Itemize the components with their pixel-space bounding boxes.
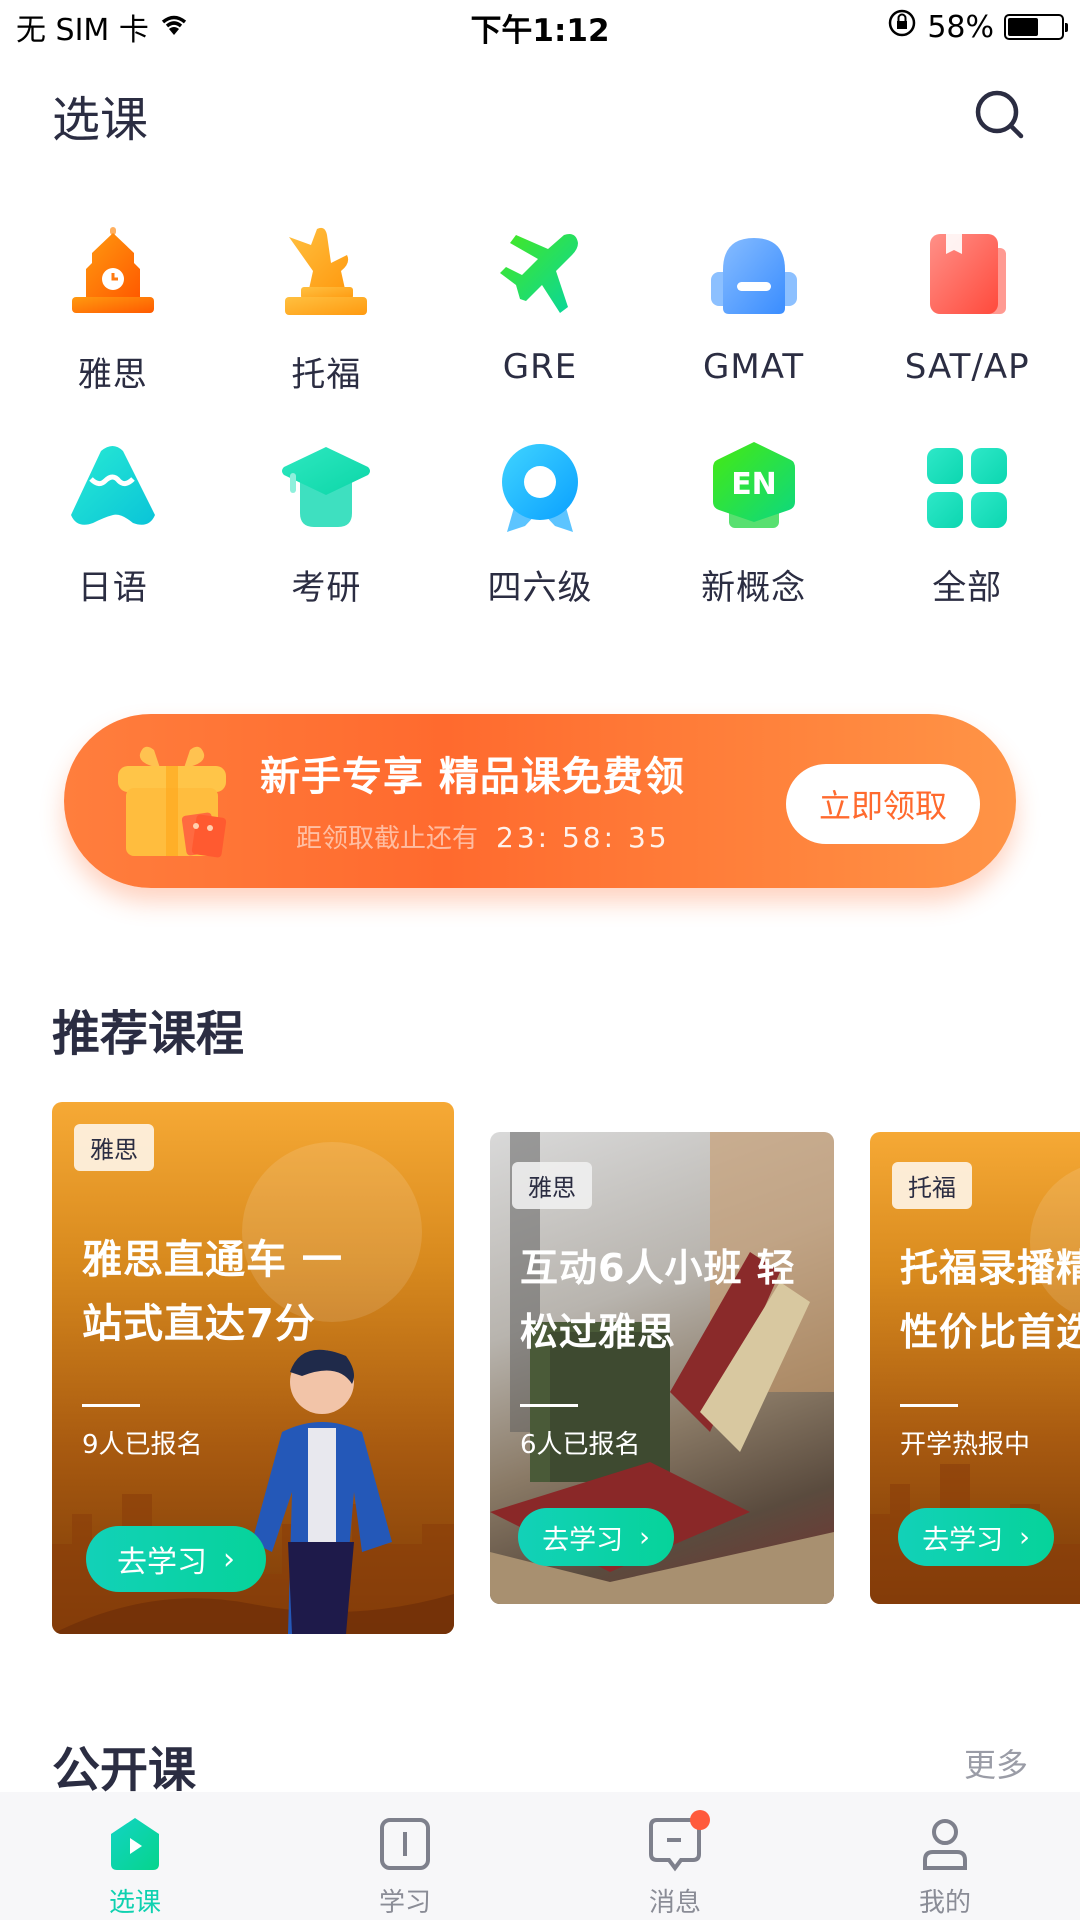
category-new-concept[interactable]: EN 新概念 <box>647 438 861 609</box>
tab-label: 我的 <box>918 1888 971 1918</box>
badge-icon <box>490 438 590 538</box>
course-card[interactable]: 雅思 互动6人小班 轻松过雅思 6人已报名 去学习 › <box>490 1132 834 1604</box>
wifi-icon <box>159 10 189 45</box>
course-title: 托福录播精性价比首选 <box>900 1236 1080 1364</box>
course-card[interactable]: 雅思 雅思直通车 一站式直达7分 9人已报名 去学习 › <box>52 1102 454 1634</box>
tab-messages[interactable]: 消息 <box>540 1792 810 1920</box>
course-title-line: 站式直达7分 <box>82 1301 316 1347</box>
category-label: 考研 <box>291 568 362 608</box>
divider <box>520 1404 578 1407</box>
search-button[interactable] <box>972 87 1028 143</box>
page-title: 选课 <box>52 92 149 148</box>
enroll-count: 开学热报中 <box>900 1430 1031 1460</box>
course-tag: 雅思 <box>512 1162 592 1209</box>
banner-title: 新手专享 精品课免费领 <box>260 754 685 800</box>
statue-of-liberty-icon <box>276 225 376 325</box>
category-gre[interactable]: GRE <box>433 225 647 396</box>
category-cet[interactable]: 四六级 <box>433 438 647 609</box>
category-label: GRE <box>502 347 578 387</box>
enroll-count: 6人已报名 <box>520 1430 641 1460</box>
clock-tower-icon <box>63 225 163 325</box>
course-tag: 雅思 <box>74 1124 154 1171</box>
gift-icon <box>114 742 230 860</box>
category-postgrad[interactable]: 考研 <box>220 438 434 609</box>
graduation-cap-icon <box>276 438 376 538</box>
user-icon <box>923 1819 967 1870</box>
button-label: 去学习 <box>542 1524 624 1556</box>
category-label: 雅思 <box>77 355 148 395</box>
category-label: 四六级 <box>487 568 593 608</box>
category-label: 日语 <box>77 568 148 608</box>
tab-select-course[interactable]: 选课 <box>0 1792 270 1920</box>
orientation-lock-icon <box>887 8 917 46</box>
more-link[interactable]: 更多 <box>964 1740 1028 1786</box>
chevron-right-icon: › <box>223 1541 235 1577</box>
tab-study[interactable]: 学习 <box>270 1792 540 1920</box>
course-title-line: 性价比首选 <box>900 1310 1080 1354</box>
go-study-button[interactable]: 去学习 › <box>898 1508 1054 1566</box>
enroll-count: 9人已报名 <box>82 1430 203 1460</box>
category-label: 托福 <box>291 355 362 395</box>
tab-label: 学习 <box>378 1888 431 1918</box>
search-icon <box>975 90 1024 139</box>
course-title-line: 雅思直通车 一 <box>82 1237 343 1283</box>
tab-label: 选课 <box>108 1888 161 1918</box>
battery-percent: 58% <box>927 9 994 45</box>
page-header: 选课 <box>0 60 1080 170</box>
study-book-icon <box>380 1818 430 1870</box>
banner-countdown: 距领取截止还有 23: 58: 35 <box>296 818 670 855</box>
status-bar: 无 SIM 卡 下午1:12 58% <box>0 0 1080 54</box>
unread-badge-dot <box>690 1810 710 1830</box>
chevron-right-icon: › <box>639 1521 650 1553</box>
person-illustration <box>252 1349 392 1634</box>
countdown-timer: 23: 58: 35 <box>496 821 670 854</box>
tab-profile[interactable]: 我的 <box>810 1792 1080 1920</box>
battery-icon <box>1004 14 1068 40</box>
category-label: GMAT <box>703 347 805 387</box>
grid-icon <box>917 438 1017 538</box>
course-title-line: 松过雅思 <box>520 1310 677 1354</box>
category-ielts[interactable]: 雅思 <box>6 225 220 396</box>
category-toefl[interactable]: 托福 <box>220 225 434 396</box>
open-class-section-title: 公开课 <box>52 1742 197 1798</box>
promo-banner[interactable]: 新手专享 精品课免费领 距领取截止还有 23: 58: 35 立即领取 <box>64 714 1016 888</box>
category-japanese[interactable]: 日语 <box>6 438 220 609</box>
divider <box>82 1404 140 1407</box>
category-label: 新概念 <box>701 568 807 608</box>
recommended-section-title: 推荐课程 <box>52 1006 245 1062</box>
course-title-line: 互动6人小班 轻 <box>520 1246 796 1290</box>
airplane-icon <box>490 225 590 325</box>
course-card[interactable]: 托福 托福录播精性价比首选 开学热报中 去学习 › <box>870 1132 1080 1604</box>
category-grid: 雅思 托福 GRE GMAT SAT/AP 日语 考研 四六级 EN 新概念 全… <box>0 225 1080 609</box>
go-study-button[interactable]: 去学习 › <box>518 1508 674 1566</box>
course-title: 互动6人小班 轻松过雅思 <box>520 1236 796 1364</box>
button-label: 去学习 <box>922 1524 1004 1556</box>
category-label: SAT/AP <box>904 347 1030 387</box>
category-sat-ap[interactable]: SAT/AP <box>860 225 1074 396</box>
go-study-button[interactable]: 去学习 › <box>86 1526 266 1592</box>
en-hexagon-icon: EN <box>704 438 804 538</box>
mount-fuji-icon <box>63 438 163 538</box>
bottom-tab-bar: 选课 学习 消息 我的 <box>0 1792 1080 1920</box>
chevron-right-icon: › <box>1019 1521 1030 1553</box>
course-title-line: 托福录播精 <box>900 1246 1080 1290</box>
play-tag-icon <box>111 1818 159 1870</box>
course-tag: 托福 <box>892 1162 972 1209</box>
category-all[interactable]: 全部 <box>860 438 1074 609</box>
tab-label: 消息 <box>648 1888 701 1918</box>
countdown-label: 距领取截止还有 <box>296 824 479 854</box>
category-gmat[interactable]: GMAT <box>647 225 861 396</box>
carrier-label: 无 SIM 卡 <box>16 13 149 48</box>
button-label: 去学习 <box>117 1545 207 1580</box>
divider <box>900 1404 958 1407</box>
book-icon <box>917 225 1017 325</box>
en-glyph: EN <box>731 467 777 502</box>
category-label: 全部 <box>932 568 1003 608</box>
backpack-icon <box>704 225 804 325</box>
course-title: 雅思直通车 一站式直达7分 <box>82 1228 343 1356</box>
claim-now-button[interactable]: 立即领取 <box>786 764 980 844</box>
